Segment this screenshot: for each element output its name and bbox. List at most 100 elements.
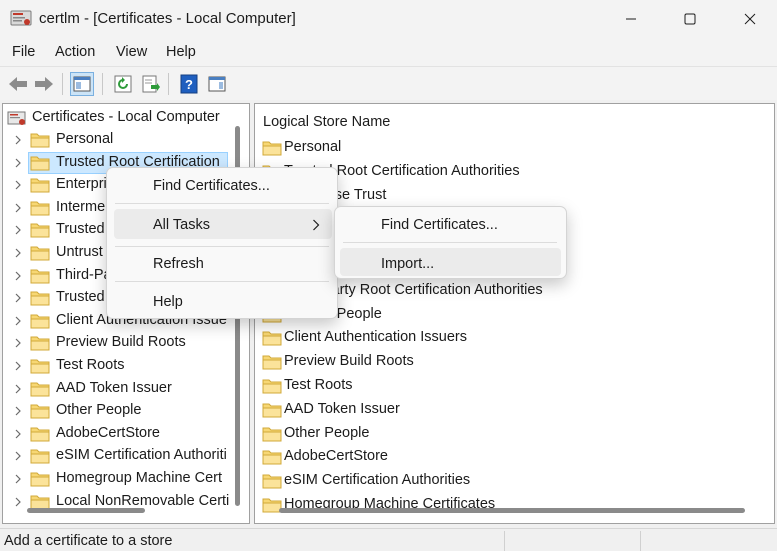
toolbar: ?: [0, 66, 777, 100]
tree-item[interactable]: Homegroup Machine Cert: [3, 468, 243, 490]
tree-item-label: Preview Build Roots: [56, 334, 186, 351]
tree-horizontal-scrollbar[interactable]: [27, 508, 145, 513]
chevron-right-icon[interactable]: [13, 201, 23, 213]
list-item-label: Other People: [284, 424, 370, 441]
chevron-right-icon[interactable]: [13, 472, 23, 484]
ctx-all-tasks[interactable]: All Tasks: [153, 217, 210, 233]
ctx-refresh[interactable]: Refresh: [153, 256, 204, 272]
folder-icon: [30, 381, 50, 397]
list-item-label: eSIM Certification Authorities: [284, 472, 471, 489]
chevron-right-icon[interactable]: [13, 291, 23, 303]
folder-icon: [30, 426, 50, 442]
refresh-button[interactable]: [111, 72, 135, 96]
chevron-right-icon[interactable]: [13, 427, 23, 439]
tree-item-label: Trusted: [56, 289, 105, 306]
folder-icon: [262, 449, 282, 465]
chevron-right-icon[interactable]: [13, 223, 23, 235]
menu-file[interactable]: File: [12, 44, 35, 60]
folder-icon: [30, 358, 50, 374]
minimize-button[interactable]: [608, 0, 654, 38]
forward-button[interactable]: [32, 72, 56, 96]
show-hide-action-pane-button[interactable]: [205, 72, 229, 96]
list-item[interactable]: Client Authentication Issuers: [255, 327, 765, 349]
list-item[interactable]: AAD Token Issuer: [255, 399, 765, 421]
tree-item-label: AAD Token Issuer: [56, 379, 172, 396]
tree-item[interactable]: Other People: [3, 400, 243, 422]
folder-icon: [30, 448, 50, 464]
chevron-right-icon[interactable]: [13, 359, 23, 371]
tree-root-label: Certificates - Local Computer: [32, 109, 220, 125]
tree-item-label: Test Roots: [56, 357, 125, 373]
folder-icon: [30, 200, 50, 216]
maximize-button[interactable]: [667, 0, 713, 38]
back-button[interactable]: [6, 72, 30, 96]
list-item[interactable]: Personal: [255, 137, 765, 159]
status-text: Add a certificate to a store: [4, 533, 173, 549]
chevron-right-icon[interactable]: [13, 133, 23, 145]
folder-icon: [262, 140, 282, 156]
list-item[interactable]: AdobeCertStore: [255, 446, 765, 468]
tree-item[interactable]: Personal: [3, 129, 243, 151]
folder-icon: [30, 245, 50, 261]
status-bar: Add a certificate to a store: [0, 528, 777, 551]
folder-icon: [30, 268, 50, 284]
back-arrow-icon: [9, 77, 27, 91]
menu-action[interactable]: Action: [55, 44, 95, 60]
export-list-button[interactable]: [139, 72, 163, 96]
minimize-icon: [626, 18, 636, 20]
help-button[interactable]: ?: [177, 72, 201, 96]
tree-item[interactable]: eSIM Certification Authoriti: [3, 445, 243, 467]
ctx-find-certificates[interactable]: Find Certificates...: [153, 178, 270, 194]
menu-help[interactable]: Help: [166, 44, 196, 60]
submenu-import[interactable]: Import...: [381, 256, 434, 272]
folder-icon: [262, 426, 282, 442]
folder-icon: [262, 330, 282, 346]
list-item[interactable]: Other People: [255, 423, 765, 445]
chevron-right-icon[interactable]: [13, 449, 23, 461]
chevron-right-icon[interactable]: [13, 314, 23, 326]
list-item-label: Preview Build Roots: [284, 353, 414, 370]
list-item[interactable]: Test Roots: [255, 375, 765, 397]
tree-root[interactable]: Certificates - Local Computer: [3, 107, 243, 129]
certificate-store-icon: [7, 111, 26, 125]
tree-item-label: Interme: [56, 198, 106, 215]
close-icon: [744, 13, 756, 25]
list-item-label: Test Roots: [284, 377, 353, 393]
tree-item-label: Trusted: [56, 221, 105, 238]
folder-icon: [30, 155, 50, 171]
chevron-right-icon[interactable]: [13, 178, 23, 190]
folder-icon: [30, 335, 50, 351]
menu-view[interactable]: View: [116, 44, 147, 60]
list-item[interactable]: Preview Build Roots: [255, 351, 765, 373]
list-horizontal-scrollbar[interactable]: [279, 508, 745, 513]
tree-item[interactable]: Preview Build Roots: [3, 332, 243, 354]
chevron-right-icon[interactable]: [13, 269, 23, 281]
close-button[interactable]: [727, 0, 773, 38]
submenu-find-certificates[interactable]: Find Certificates...: [381, 217, 498, 233]
chevron-right-icon[interactable]: [13, 156, 23, 168]
tree-item[interactable]: AdobeCertStore: [3, 423, 243, 445]
context-menu: Find Certificates... All Tasks Refresh H…: [106, 167, 338, 319]
list-item[interactable]: eSIM Certification Authorities: [255, 470, 765, 492]
chevron-right-icon[interactable]: [13, 382, 23, 394]
ctx-all-tasks-highlight: [114, 209, 332, 239]
show-hide-console-tree-button[interactable]: [70, 72, 94, 96]
chevron-right-icon[interactable]: [13, 495, 23, 507]
title-bar: certlm - [Certificates - Local Computer]: [0, 0, 777, 38]
column-header-logical-store-name[interactable]: Logical Store Name: [263, 114, 390, 130]
maximize-icon: [684, 13, 696, 25]
tree-item-label: Personal: [56, 131, 114, 147]
show-hide-action-pane-icon: [208, 76, 226, 92]
folder-icon: [30, 177, 50, 193]
folder-icon: [30, 403, 50, 419]
folder-icon: [262, 473, 282, 489]
tree-item[interactable]: Test Roots: [3, 355, 243, 377]
chevron-right-icon[interactable]: [13, 336, 23, 348]
export-list-icon: [142, 75, 160, 93]
submenu-import-highlight: [340, 248, 561, 276]
chevron-right-icon: [313, 219, 320, 231]
chevron-right-icon[interactable]: [13, 404, 23, 416]
chevron-right-icon[interactable]: [13, 246, 23, 258]
ctx-help[interactable]: Help: [153, 294, 183, 310]
tree-item[interactable]: AAD Token Issuer: [3, 378, 243, 400]
